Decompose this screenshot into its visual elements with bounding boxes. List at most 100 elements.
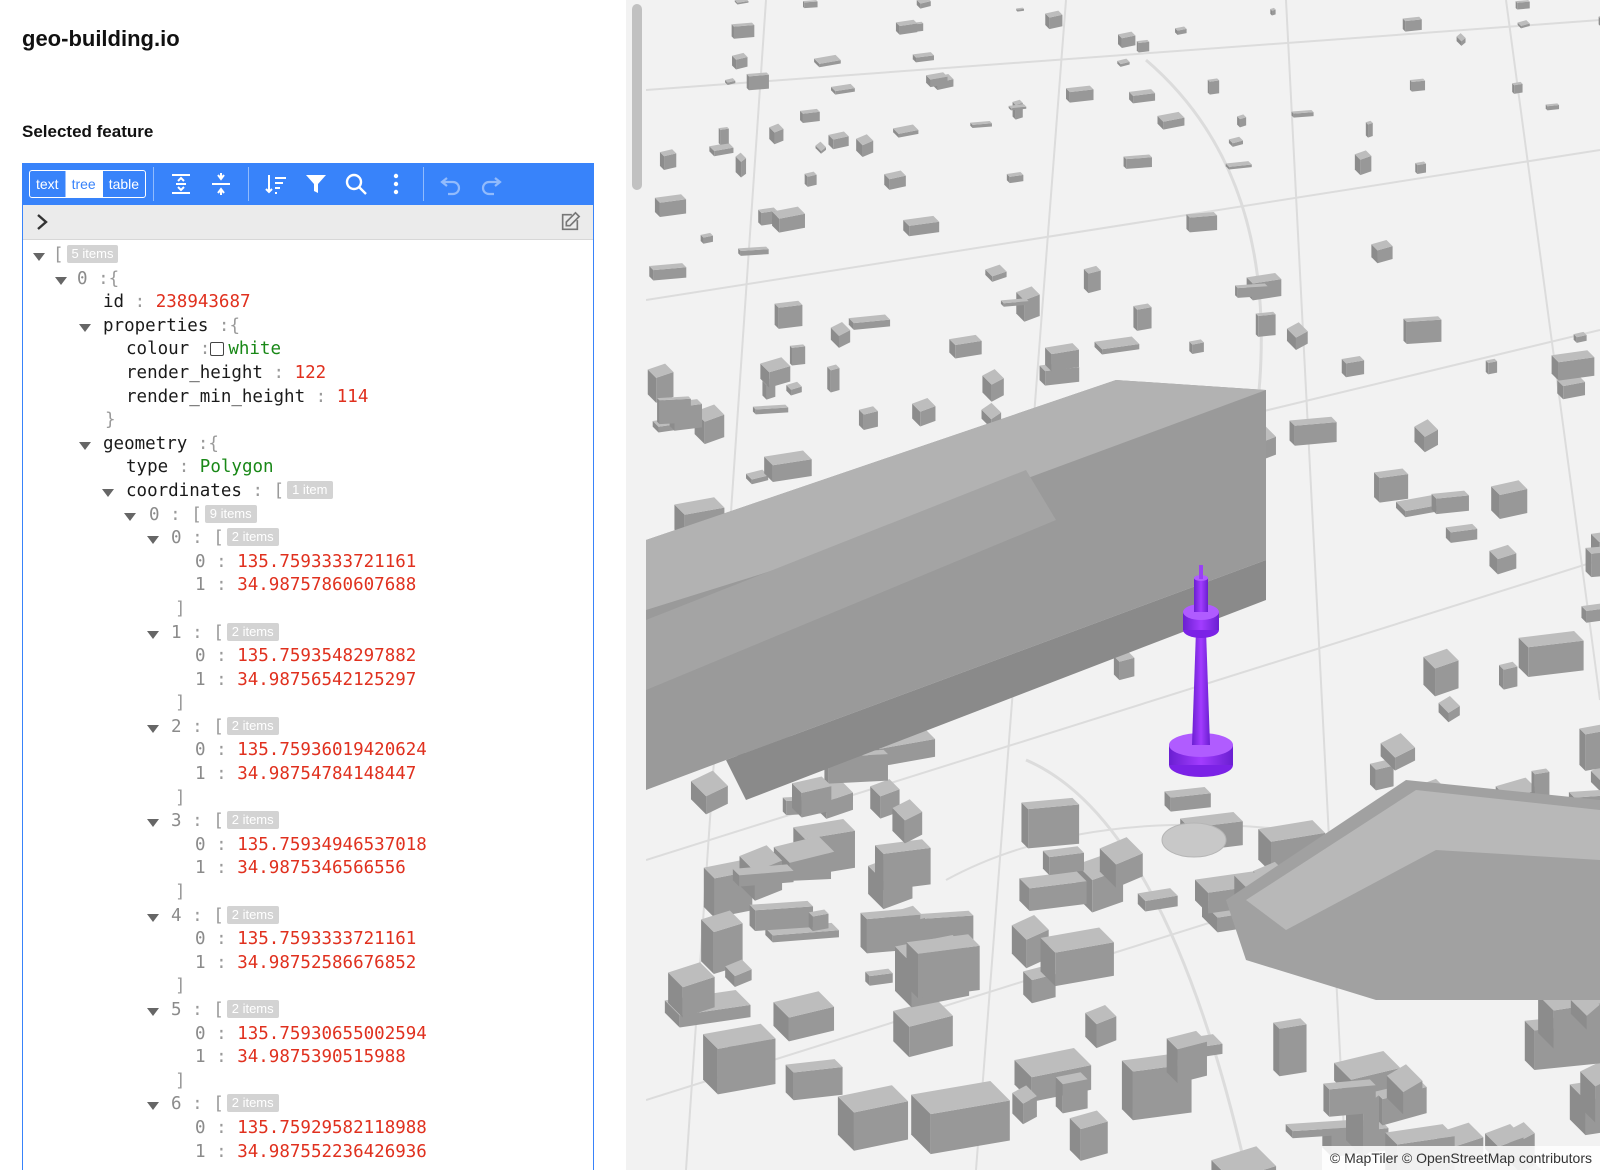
array-index[interactable]: 5: [171, 1000, 182, 1020]
building-shape: [1329, 1085, 1376, 1117]
tree-row: 1 : 34.98756542125297: [23, 669, 593, 693]
3d-building-map[interactable]: [646, 0, 1600, 1170]
edit-icon[interactable]: [559, 211, 581, 233]
caret-down-icon[interactable]: [147, 1102, 159, 1111]
caret-down-icon[interactable]: [79, 323, 91, 332]
field-value[interactable]: 238943687: [156, 292, 251, 312]
array-index[interactable]: 0: [195, 835, 206, 855]
array-index[interactable]: 6: [171, 1094, 182, 1114]
longitude-value[interactable]: 135.75929582118988: [237, 1118, 427, 1138]
latitude-value[interactable]: 34.98752586676852: [237, 953, 416, 973]
building-shape: [1591, 552, 1600, 578]
caret-down-icon[interactable]: [147, 630, 159, 639]
caret-down-icon[interactable]: [147, 724, 159, 733]
field-key[interactable]: geometry: [103, 434, 187, 454]
tree-row: [5 items: [23, 244, 593, 268]
array-index[interactable]: 0: [195, 929, 206, 949]
color-swatch[interactable]: [210, 342, 225, 357]
array-index[interactable]: 1: [195, 1047, 206, 1067]
array-index[interactable]: 1: [171, 623, 182, 643]
field-value[interactable]: white: [228, 339, 281, 359]
more-icon[interactable]: [380, 168, 412, 200]
caret-down-icon[interactable]: [33, 253, 45, 261]
array-index[interactable]: 0: [149, 505, 160, 525]
array-index[interactable]: 2: [171, 717, 182, 737]
array-index[interactable]: 1: [195, 858, 206, 878]
caret-down-icon[interactable]: [147, 819, 159, 828]
latitude-value[interactable]: 34.98757860607688: [237, 575, 416, 595]
caret-down-icon[interactable]: [102, 488, 114, 497]
caret-down-icon[interactable]: [147, 913, 159, 922]
collapse-all-icon[interactable]: [205, 168, 237, 200]
caret-down-icon[interactable]: [147, 536, 159, 545]
building-shape: [1405, 19, 1422, 32]
field-value[interactable]: Polygon: [200, 457, 274, 477]
array-index[interactable]: 1: [195, 764, 206, 784]
field-key[interactable]: colour: [126, 339, 189, 359]
building-shape: [1409, 80, 1412, 92]
tree-row: 0 :{: [23, 268, 593, 292]
filter-icon[interactable]: [300, 168, 332, 200]
map-view[interactable]: © MapTiler © OpenStreetMap contributors: [646, 0, 1600, 1170]
building-shape: [1133, 306, 1138, 331]
caret-down-icon[interactable]: [55, 276, 67, 285]
array-index[interactable]: 0: [77, 269, 88, 289]
expand-all-icon[interactable]: [165, 168, 197, 200]
field-value[interactable]: 114: [337, 387, 369, 407]
map-attribution[interactable]: © MapTiler © OpenStreetMap contributors: [1321, 1146, 1600, 1170]
scrollbar-thumb[interactable]: [632, 4, 642, 190]
array-index[interactable]: 4: [171, 906, 182, 926]
field-key[interactable]: type: [126, 457, 168, 477]
colon: :: [216, 858, 227, 879]
latitude-value[interactable]: 34.9875390515988: [237, 1047, 406, 1067]
longitude-value[interactable]: 135.75936019420624: [237, 740, 427, 760]
sort-icon[interactable]: [260, 168, 292, 200]
colon: :: [216, 1117, 227, 1138]
building-shape: [830, 367, 840, 393]
longitude-value[interactable]: 135.75934946537018: [237, 835, 427, 855]
array-index[interactable]: 1: [195, 953, 206, 973]
field-key[interactable]: id: [103, 292, 124, 312]
longitude-value[interactable]: 135.7593333721161: [237, 552, 416, 572]
mode-text-button[interactable]: text: [30, 171, 66, 197]
array-index[interactable]: 0: [195, 740, 206, 760]
caret-down-icon[interactable]: [147, 1008, 159, 1016]
mode-tree-button[interactable]: tree: [65, 171, 103, 197]
caret-down-icon[interactable]: [79, 441, 91, 450]
tree-row: 1 : 34.98757860607688: [23, 574, 593, 598]
latitude-value[interactable]: 34.98756542125297: [237, 670, 416, 690]
array-index[interactable]: 1: [195, 575, 206, 595]
field-key[interactable]: render_min_height: [126, 387, 305, 407]
building-shape: [746, 74, 749, 91]
array-index[interactable]: 0: [195, 1118, 206, 1138]
longitude-value[interactable]: 135.7593333721161: [237, 929, 416, 949]
mode-table-button[interactable]: table: [103, 171, 145, 197]
longitude-value[interactable]: 135.7593548297882: [237, 646, 416, 666]
array-index[interactable]: 3: [171, 811, 182, 831]
caret-down-icon[interactable]: [124, 512, 136, 521]
array-index[interactable]: 1: [195, 1142, 206, 1162]
building-shape: [860, 912, 867, 954]
latitude-value[interactable]: 34.9875346566556: [237, 858, 406, 878]
chevron-right-icon[interactable]: [35, 213, 49, 231]
tree-row: 6 : [2 items: [23, 1093, 593, 1117]
array-index[interactable]: 0: [195, 1024, 206, 1044]
array-index[interactable]: 0: [195, 552, 206, 572]
field-key[interactable]: properties: [103, 316, 208, 336]
bracket: ]: [175, 598, 186, 619]
building-shape: [918, 945, 980, 999]
redo-icon[interactable]: [475, 168, 507, 200]
search-icon[interactable]: [340, 168, 372, 200]
tree-row: type : Polygon: [23, 456, 593, 480]
field-key[interactable]: coordinates: [126, 481, 242, 501]
array-index[interactable]: 1: [195, 670, 206, 690]
latitude-value[interactable]: 34.98754784148447: [237, 764, 416, 784]
field-value[interactable]: 122: [295, 363, 327, 383]
longitude-value[interactable]: 135.75930655002594: [237, 1024, 427, 1044]
undo-icon[interactable]: [435, 168, 467, 200]
field-key[interactable]: render_height: [126, 363, 263, 383]
array-index[interactable]: 0: [171, 528, 182, 548]
colon: :: [218, 315, 230, 336]
array-index[interactable]: 0: [195, 646, 206, 666]
latitude-value[interactable]: 34.987552236426936: [237, 1142, 427, 1162]
